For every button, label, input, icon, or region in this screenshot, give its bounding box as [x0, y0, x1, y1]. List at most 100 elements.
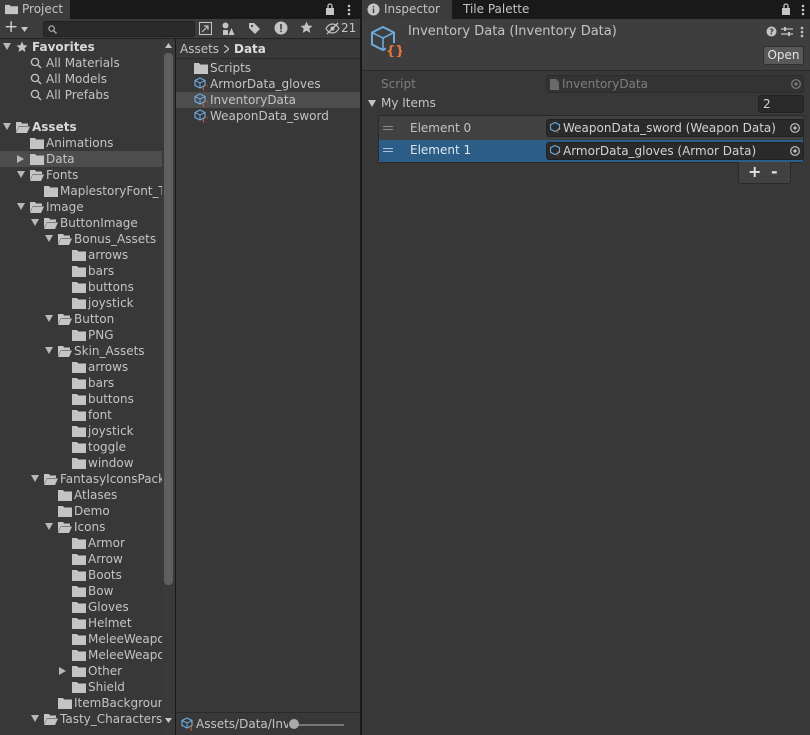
foldout-open-icon[interactable] [29, 711, 41, 727]
scroll-up-icon[interactable] [165, 43, 172, 48]
hidden-packages-icon[interactable] [325, 22, 340, 35]
file-list-item-label: Scripts [210, 61, 252, 75]
tree-item[interactable]: Icons [0, 519, 162, 535]
lock-icon[interactable] [781, 3, 791, 15]
tree-item[interactable]: Tasty_Characters [0, 711, 162, 727]
tree-item[interactable]: buttons [0, 391, 162, 407]
label-tag-icon[interactable] [248, 22, 261, 35]
foldout-open-icon[interactable] [1, 39, 13, 55]
foldout-closed-icon[interactable] [57, 663, 69, 679]
foldout-open-icon[interactable] [43, 311, 55, 327]
element-object-field[interactable]: {} ArmorData_gloves (Armor Data) [546, 142, 804, 160]
tree-item[interactable]: arrows [0, 247, 162, 263]
tree-item[interactable]: MeleeWeapo [0, 631, 165, 647]
search-by-type-icon[interactable] [199, 22, 212, 35]
tree-item[interactable]: joystick [0, 423, 162, 439]
tree-item[interactable]: ItemBackground [0, 695, 173, 711]
tree-item[interactable]: bars [0, 263, 162, 279]
file-list-item[interactable]: {}InventoryData [176, 92, 360, 109]
file-list-item[interactable]: Scripts [176, 60, 360, 76]
tab-tile-palette[interactable]: Tile Palette [453, 0, 543, 19]
tree-item[interactable]: Favorites [0, 39, 162, 55]
more-menu-icon[interactable] [347, 4, 351, 16]
foldout-open-icon[interactable] [15, 199, 27, 215]
scroll-down-icon[interactable] [165, 718, 172, 723]
tree-item[interactable]: All Materials [0, 55, 162, 71]
foldout-open-icon[interactable] [29, 471, 41, 487]
chevron-down-icon[interactable] [21, 27, 28, 32]
more-menu-icon[interactable] [801, 4, 805, 16]
presets-icon[interactable] [781, 26, 793, 37]
tree-item[interactable]: Boots [0, 567, 162, 583]
tree-item[interactable]: joystick [0, 295, 162, 311]
tree-item[interactable]: Animations [0, 135, 162, 151]
element-object-field[interactable]: {} WeaponData_sword (Weapon Data) [546, 119, 804, 137]
filter-by-type-icon[interactable] [222, 22, 235, 35]
breadcrumb-root[interactable]: Assets [180, 42, 219, 56]
foldout-open-icon[interactable] [43, 343, 55, 359]
foldout-open-icon[interactable] [15, 167, 27, 183]
remove-element-button[interactable]: - [771, 162, 778, 181]
icon-size-slider[interactable] [292, 724, 344, 726]
create-button[interactable]: + [4, 17, 18, 37]
tree-item[interactable]: Button [0, 311, 162, 327]
tree-item[interactable]: Bow [0, 583, 162, 599]
tab-inspector[interactable]: Inspector [362, 0, 452, 19]
tree-item[interactable]: Image [0, 199, 162, 215]
tree-item[interactable]: arrows [0, 359, 162, 375]
tree-item[interactable]: ButtonImage [0, 215, 162, 231]
drag-handle-icon[interactable] [383, 126, 393, 130]
tree-item[interactable]: Gloves [0, 599, 162, 615]
object-picker-icon[interactable] [790, 146, 800, 156]
tree-item[interactable]: toggle [0, 439, 162, 455]
open-button[interactable]: Open [763, 46, 804, 65]
tree-item[interactable]: window [0, 455, 162, 471]
search-input[interactable] [43, 21, 195, 37]
tree-item[interactable]: All Prefabs [0, 87, 162, 103]
list-element-row-selected[interactable]: Element 1 {} ArmorData_gloves (Armor Dat… [379, 140, 804, 162]
tree-scrollbar-thumb[interactable] [164, 53, 173, 585]
tree-item[interactable]: font [0, 407, 162, 423]
tree-item[interactable]: PNG [0, 327, 162, 343]
tree-item[interactable]: Shield [0, 679, 162, 695]
tree-item[interactable]: Demo [0, 503, 162, 519]
star-icon[interactable] [300, 21, 313, 34]
breadcrumb-current[interactable]: Data [234, 42, 266, 56]
tree-item[interactable]: Assets [0, 119, 162, 135]
tree-item[interactable]: Skin_Assets [0, 343, 162, 359]
object-picker-icon[interactable] [790, 123, 800, 133]
tree-item[interactable]: FantasyIconsPack [0, 471, 165, 487]
tree-item[interactable]: Helmet [0, 615, 162, 631]
drag-handle-icon[interactable] [383, 148, 393, 152]
tree-item[interactable]: Arrow [0, 551, 162, 567]
tree-item[interactable]: buttons [0, 279, 162, 295]
foldout-open-icon[interactable] [29, 215, 41, 231]
add-element-button[interactable]: + [748, 162, 761, 181]
foldout-open-icon[interactable] [1, 119, 13, 135]
foldout-closed-icon[interactable] [15, 151, 27, 167]
tree-item[interactable]: All Models [0, 71, 162, 87]
file-list-item[interactable]: {}ArmorData_gloves [176, 76, 360, 93]
tree-scrollbar[interactable] [162, 39, 175, 735]
file-list-item[interactable]: {}WeaponData_sword [176, 108, 360, 125]
list-element-row[interactable]: Element 0 {} WeaponData_sword (Weapon Da… [379, 119, 804, 139]
tree-item[interactable]: Bonus_Assets [0, 231, 162, 247]
icon-size-slider-handle[interactable] [289, 719, 299, 729]
foldout-open-icon[interactable] [43, 519, 55, 535]
tree-item[interactable]: Armor [0, 535, 162, 551]
foldout-open-icon[interactable] [43, 231, 55, 247]
tree-item[interactable]: MeleeWeapo [0, 647, 165, 663]
more-menu-icon[interactable] [800, 26, 804, 38]
tree-item[interactable]: MaplestoryFont_T [0, 183, 166, 199]
tree-item[interactable]: Other [0, 663, 162, 679]
tree-item[interactable]: Data [0, 151, 162, 167]
tree-item[interactable]: Fonts [0, 167, 162, 183]
lock-icon[interactable] [325, 3, 335, 15]
tree-item[interactable]: bars [0, 375, 162, 391]
list-size-field[interactable]: 2 [758, 95, 804, 113]
warning-icon[interactable] [274, 21, 288, 35]
list-label[interactable]: My Items [381, 96, 436, 110]
help-icon[interactable]: ? [766, 26, 777, 37]
tree-item[interactable]: Atlases [0, 487, 162, 503]
foldout-open-icon[interactable] [368, 100, 376, 107]
